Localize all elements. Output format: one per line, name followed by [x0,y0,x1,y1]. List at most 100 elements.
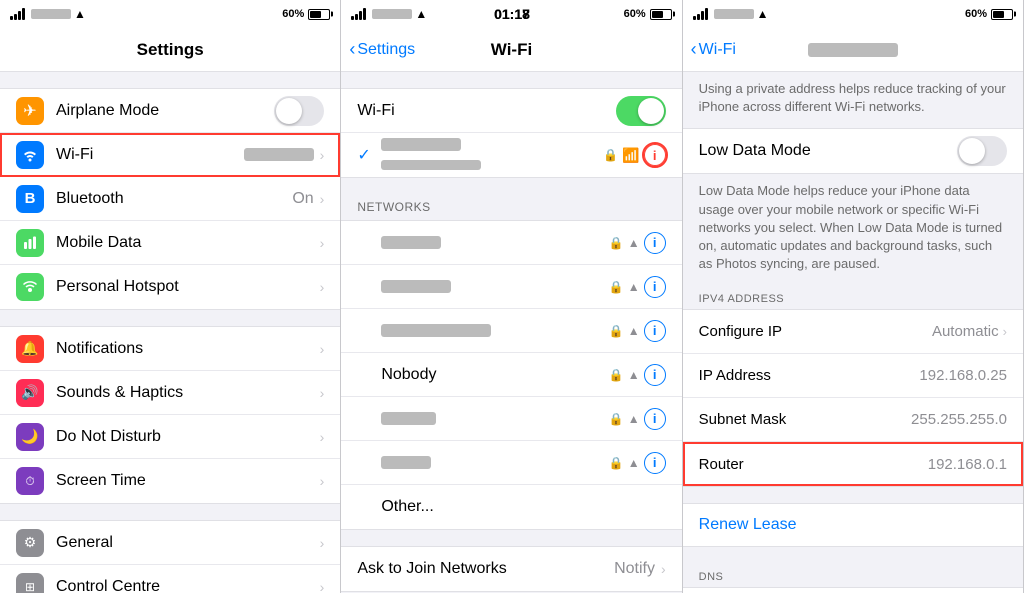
row-router: Router 192.168.0.1 [683,442,1023,486]
renew-lease-button[interactable]: Renew Lease [683,503,1023,547]
info-btn-5[interactable]: i [644,408,666,430]
configure-ip-value: Automatic [932,323,999,340]
network-row-6[interactable]: ✓ 🔒 ▲ i [341,441,681,485]
system-list: 🔔 Notifications › 🔊 Sounds & Haptics › 🌙… [0,326,340,504]
back-label-wifi: Settings [357,41,415,59]
row-mobile-data[interactable]: Mobile Data › [0,221,340,265]
network-name-6 [381,454,608,472]
network-icons-2: 🔒 ▲ i [609,276,666,298]
row-configure-ip[interactable]: Configure IP Automatic › [683,310,1023,354]
info-btn-3[interactable]: i [644,320,666,342]
row-ask-join[interactable]: Ask to Join Networks Notify › [341,547,681,591]
router-label: Router [699,445,928,484]
info-btn-2[interactable]: i [644,276,666,298]
info-btn-1[interactable]: i [644,232,666,254]
screen-time-icon: ⏱ [16,467,44,495]
network-row-nobody[interactable]: ✓ Nobody 🔒 ▲ i [341,353,681,397]
ask-join-value: Notify [614,560,655,578]
network-row-3[interactable]: ✓ 🔒 ▲ i [341,309,681,353]
back-button-detail[interactable]: ‹ Wi-Fi [691,39,736,60]
airplane-toggle[interactable] [274,96,324,126]
info-button-connected[interactable]: i [644,144,666,166]
network-row-5[interactable]: ✓ 🔒 ▲ i [341,397,681,441]
network-name-3 [381,322,608,340]
row-configure-dns[interactable]: Configure DNS Automatic › [683,588,1023,593]
signal-nobody: ▲ [628,368,640,382]
status-bar-1: ▲ 01:17 60% [0,0,340,28]
networks-list: ✓ 🔒 ▲ i ✓ 🔒 ▲ i [341,220,681,530]
network-row-2[interactable]: ✓ 🔒 ▲ i [341,265,681,309]
signal-icon [10,8,25,20]
dns-separator [683,547,1023,563]
connectivity-list: ✈ Airplane Mode Wi-Fi [0,88,340,310]
hotspot-label: Personal Hotspot [56,278,320,296]
status-right-3: 60% [965,8,1013,20]
wifi-signal-connected: 📶 [622,147,639,164]
subnet-mask-value: 255.255.255.0 [911,411,1007,428]
airplane-icon: ✈ [16,97,44,125]
router-value: 192.168.0.1 [928,456,1007,473]
battery-percent-3: 60% [965,8,987,20]
row-dnd[interactable]: 🌙 Do Not Disturb › [0,415,340,459]
info-btn-6[interactable]: i [644,452,666,474]
network-row-1[interactable]: ✓ 🔒 ▲ i [341,221,681,265]
network-icons-1: 🔒 ▲ i [609,232,666,254]
separator-2 [0,504,340,520]
page-title-wifi: Wi-Fi [491,40,532,60]
screen-time-chevron: › [320,473,325,489]
row-screen-time[interactable]: ⏱ Screen Time › [0,459,340,503]
status-left-1: ▲ [10,7,86,21]
ask-join-chevron: › [661,561,666,577]
status-right-1: 60% [282,8,330,20]
connected-name-blurred [381,138,461,151]
row-low-data-mode[interactable]: Low Data Mode [683,129,1023,173]
detail-content: Using a private address helps reduce tra… [683,72,1023,593]
notifications-chevron: › [320,341,325,357]
airplane-label: Airplane Mode [56,102,274,120]
other-network-row[interactable]: ✓ Other... [341,485,681,529]
general-label: General [56,534,320,552]
row-notifications[interactable]: 🔔 Notifications › [0,327,340,371]
nav-bar-wifi: ‹ Settings Wi-Fi [341,28,681,72]
lock-2: 🔒 [609,280,624,294]
lock-1: 🔒 [609,236,624,250]
hotspot-icon [16,273,44,301]
row-airplane-mode[interactable]: ✈ Airplane Mode [0,89,340,133]
wifi-settings-icon [16,141,44,169]
dnd-chevron: › [320,429,325,445]
network-icons-6: 🔒 ▲ i [609,452,666,474]
wifi-toggle-switch[interactable] [616,96,666,126]
wifi-screen: ▲ 01:18 60% ‹ Settings Wi-Fi Wi-Fi [341,0,682,593]
lock-nobody: 🔒 [609,368,624,382]
ask-list: Ask to Join Networks Notify › [341,546,681,592]
low-data-toggle[interactable] [957,136,1007,166]
back-button-wifi[interactable]: ‹ Settings [349,39,415,60]
row-control-centre[interactable]: ⊞ Control Centre › [0,565,340,593]
page-title-settings: Settings [137,40,204,60]
bluetooth-value: On [292,190,313,208]
control-label: Control Centre [56,578,320,593]
appearance-list: ⚙ General › ⊞ Control Centre › AA Displa… [0,520,340,593]
ip-address-label: IP Address [699,356,920,395]
info-btn-nobody[interactable]: i [644,364,666,386]
wifi-value [244,146,314,164]
network-blur-6 [381,456,431,469]
row-wifi-toggle[interactable]: Wi-Fi [341,89,681,133]
status-left-3: ▲ [693,7,769,21]
connected-network-row[interactable]: ✓ 🔒 📶 i [341,133,681,177]
battery-icon-2 [650,9,672,20]
row-hotspot[interactable]: Personal Hotspot › [0,265,340,309]
page-title-detail [808,40,898,60]
row-sounds[interactable]: 🔊 Sounds & Haptics › [0,371,340,415]
row-bluetooth[interactable]: B Bluetooth On › [0,177,340,221]
network-icons-nobody: 🔒 ▲ i [609,364,666,386]
separator-1 [0,310,340,326]
ipv4-list: Configure IP Automatic › IP Address 192.… [683,309,1023,487]
row-general[interactable]: ⚙ General › [0,521,340,565]
network-blur-1 [381,236,441,249]
low-data-thumb [959,138,985,164]
network-name-nobody: Nobody [381,366,608,384]
lock-icon-connected: 🔒 [603,148,618,162]
row-wifi[interactable]: Wi-Fi › [0,133,340,177]
battery-percent: 60% [282,8,304,20]
